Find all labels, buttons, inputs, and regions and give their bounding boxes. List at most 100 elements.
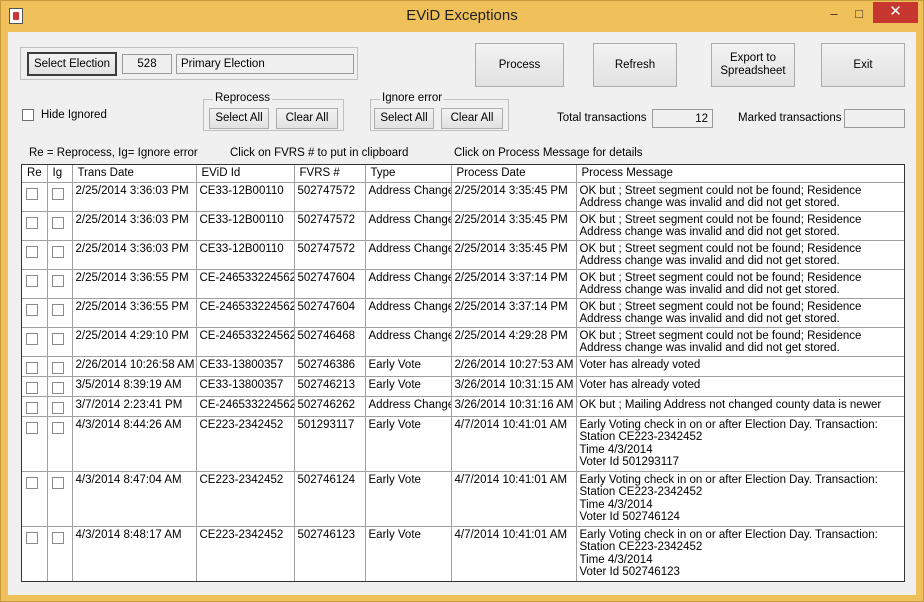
reprocess-checkbox[interactable] [26,531,38,544]
column-header-re[interactable]: Re [22,165,48,183]
ignore-checkbox[interactable] [51,381,64,394]
legend-hint: Re = Reprocess, Ig= Ignore error [29,147,198,159]
column-header-trans-date[interactable]: Trans Date [72,165,197,183]
fvrs-cell[interactable]: 502746124 [294,471,366,527]
process-message-cell[interactable]: OK but ; Street segment could not be fou… [576,211,904,241]
process-message-cell[interactable]: Early Voting check in on or after Electi… [576,526,904,581]
reprocess-select-all-button[interactable]: Select All [209,108,269,129]
column-header-evid-id[interactable]: EViD Id [196,165,295,183]
fvrs-cell[interactable]: 502746386 [294,356,366,377]
ignore-select-all-button[interactable]: Select All [374,108,434,129]
ignore-checkbox[interactable] [51,332,64,345]
ignore-clear-all-button[interactable]: Clear All [441,108,503,129]
title-bar[interactable]: EViD Exceptions ‒ □ ✕ [1,1,923,32]
fvrs-cell[interactable]: 502747572 [294,182,366,212]
process-message-cell[interactable]: OK but ; Street segment could not be fou… [576,240,904,270]
evid-id-cell: CE223-2342452 [196,526,295,581]
clipboard-hint: Click on FVRS # to put in clipboard [230,147,409,159]
process-message-cell[interactable]: Voter has already voted [576,356,904,377]
reprocess-checkbox[interactable] [26,401,38,414]
process-message-cell[interactable]: Early Voting check in on or after Electi… [576,471,904,527]
trans-date-cell: 4/3/2014 8:47:04 AM [72,471,197,527]
reprocess-clear-all-button[interactable]: Clear All [276,108,338,129]
ignore-checkbox[interactable] [51,476,64,489]
process-message-cell[interactable]: Early Voting check in on or after Electi… [576,416,904,472]
refresh-button[interactable]: Refresh [593,43,677,87]
column-header-ig[interactable]: Ig [47,165,73,183]
evid-id-cell: CE223-2342452 [196,471,295,527]
column-header-process-message[interactable]: Process Message [576,165,904,183]
export-spreadsheet-button[interactable]: Export to Spreadsheet [711,43,795,87]
reprocess-checkbox[interactable] [26,381,38,394]
trans-date-cell: 2/25/2014 3:36:03 PM [72,240,197,270]
ignore-checkbox[interactable] [51,274,64,287]
table-row[interactable]: 4/3/2014 8:47:04 AM CE223-2342452 50274612… [22,471,904,527]
exit-button[interactable]: Exit [821,43,905,87]
process-date-cell: 4/7/2014 10:41:01 AM [451,416,577,472]
reprocess-checkbox[interactable] [26,303,38,316]
fvrs-cell[interactable]: 502746262 [294,396,366,417]
select-election-button[interactable]: Select Election [27,52,117,76]
ignore-checkbox[interactable] [51,303,64,316]
column-header-process-date[interactable]: Process Date [451,165,577,183]
total-transactions-field: 12 [652,109,713,128]
reprocess-checkbox[interactable] [26,187,38,200]
evid-id-cell: CE33-12B00110 [196,240,295,270]
ignore-checkbox[interactable] [51,245,64,258]
reprocess-checkbox[interactable] [26,216,38,229]
evid-id-cell: CE-246533224562 [196,269,295,299]
fvrs-cell[interactable]: 502746468 [294,327,366,357]
minimize-icon[interactable]: ‒ [824,5,844,25]
process-message-cell[interactable]: OK but ; Street segment could not be fou… [576,298,904,328]
table-row[interactable]: 2/25/2014 3:36:03 PM CE33-12B00110 5027475… [22,240,904,270]
process-message-cell[interactable]: Voter has already voted [576,376,904,397]
reprocess-checkbox[interactable] [26,332,38,345]
reprocess-checkbox[interactable] [26,476,38,489]
table-row[interactable]: 2/25/2014 4:29:10 PM CE-246533224562 50274… [22,327,904,357]
table-row[interactable]: 2/26/2014 10:26:58 AM CE33-13800357 502746… [22,356,904,377]
close-icon[interactable]: ✕ [873,2,918,23]
reprocess-checkbox[interactable] [26,421,38,434]
process-message-cell[interactable]: OK but ; Street segment could not be fou… [576,327,904,357]
trans-date-cell: 2/25/2014 3:36:03 PM [72,211,197,241]
fvrs-cell[interactable]: 502747604 [294,298,366,328]
marked-transactions-label: Marked transactions [738,112,842,124]
fvrs-cell[interactable]: 502746213 [294,376,366,397]
fvrs-cell[interactable]: 502746123 [294,526,366,581]
fvrs-cell[interactable]: 502747572 [294,240,366,270]
ignore-checkbox[interactable] [51,361,64,374]
ignore-checkbox[interactable] [51,421,64,434]
reprocess-checkbox[interactable] [26,274,38,287]
table-row[interactable]: 4/3/2014 8:44:26 AM CE223-2342452 50129311… [22,416,904,472]
table-row[interactable]: 2/25/2014 3:36:55 PM CE-246533224562 50274… [22,269,904,299]
process-button[interactable]: Process [475,43,564,87]
process-message-cell[interactable]: OK but ; Street segment could not be fou… [576,269,904,299]
ignore-checkbox[interactable] [51,187,64,200]
table-row[interactable]: 3/5/2014 8:39:19 AM CE33-13800357 50274621… [22,376,904,397]
reprocess-checkbox[interactable] [26,245,38,258]
fvrs-cell[interactable]: 502747572 [294,211,366,241]
process-message-cell[interactable]: OK but ; Street segment could not be fou… [576,182,904,212]
process-message-cell[interactable]: OK but ; Mailing Address not changed cou… [576,396,904,417]
exceptions-grid[interactable]: Re Ig Trans Date EViD Id FVRS # Type Process D… [21,164,905,582]
table-row[interactable]: 4/3/2014 8:48:17 AM CE223-2342452 50274612… [22,526,904,581]
fvrs-cell[interactable]: 502747604 [294,269,366,299]
maximize-icon[interactable]: □ [849,5,869,25]
hide-ignored-checkbox[interactable] [22,109,34,121]
table-row[interactable]: 3/7/2014 2:23:41 PM CE-246533224562 502746… [22,396,904,417]
evid-id-cell: CE-246533224562 [196,298,295,328]
ig-cell [47,471,73,527]
reprocess-checkbox[interactable] [26,361,38,374]
ignore-checkbox[interactable] [51,216,64,229]
column-header-type[interactable]: Type [365,165,452,183]
type-cell: Early Vote [365,471,452,527]
type-cell: Early Vote [365,356,452,377]
table-row[interactable]: 2/25/2014 3:36:03 PM CE33-12B00110 5027475… [22,182,904,212]
ignore-checkbox[interactable] [51,531,64,544]
table-row[interactable]: 2/25/2014 3:36:55 PM CE-246533224562 50274… [22,298,904,328]
fvrs-cell[interactable]: 501293117 [294,416,366,472]
column-header-fvrs[interactable]: FVRS # [294,165,366,183]
table-row[interactable]: 2/25/2014 3:36:03 PM CE33-12B00110 5027475… [22,211,904,241]
ignore-checkbox[interactable] [51,401,64,414]
ig-cell [47,182,73,212]
